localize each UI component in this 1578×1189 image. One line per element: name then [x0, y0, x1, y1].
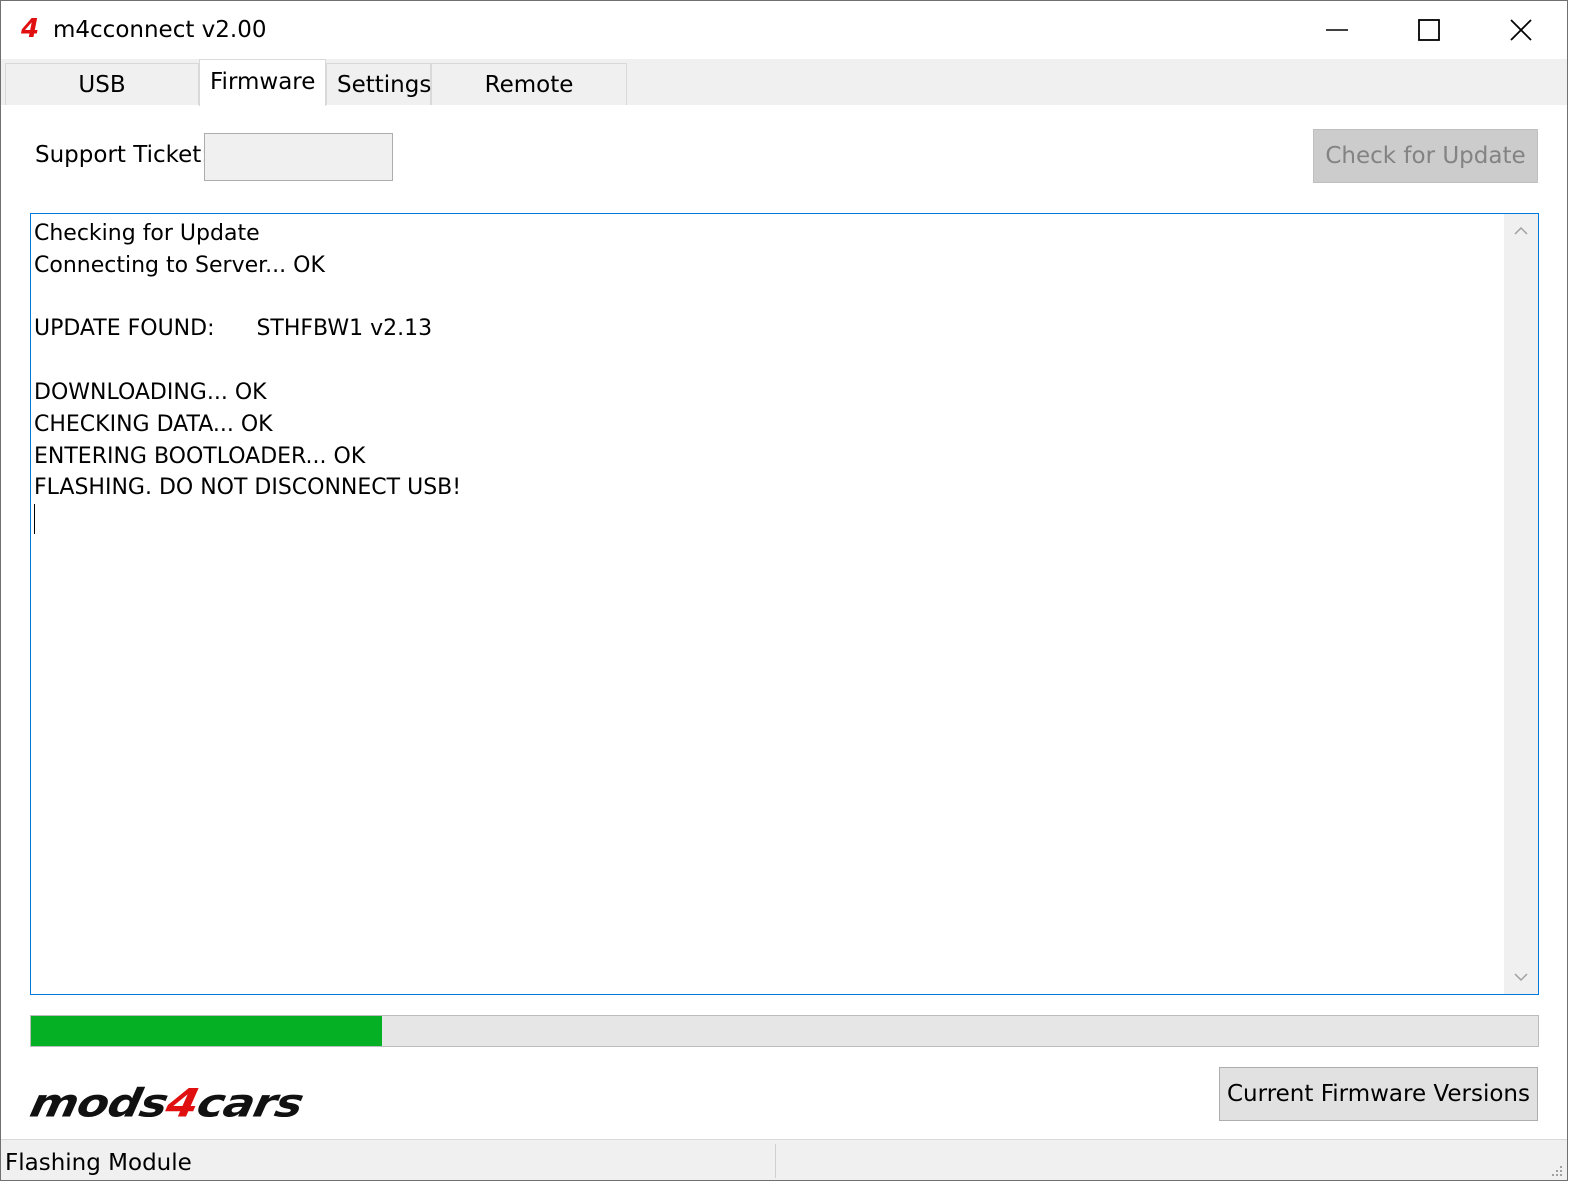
chevron-up-icon: [1514, 226, 1528, 235]
current-firmware-versions-button[interactable]: Current Firmware Versions: [1219, 1067, 1538, 1121]
tab-usb-connection[interactable]: USB Connection: [5, 63, 199, 140]
log-output[interactable]: Checking for Update Connecting to Server.…: [30, 213, 1539, 995]
chevron-down-icon: [1514, 973, 1528, 982]
logo-text-right: cars: [192, 1080, 308, 1126]
status-text: Flashing Module: [5, 1150, 192, 1176]
minimize-icon: [1326, 29, 1348, 31]
close-icon: [1510, 19, 1532, 41]
progress-fill: [31, 1016, 383, 1046]
minimize-button[interactable]: [1291, 1, 1383, 59]
status-bar: Flashing Module: [1, 1139, 1567, 1180]
scroll-down-button[interactable]: [1504, 960, 1538, 994]
title-bar[interactable]: 4 m4cconnect v2.00: [1, 1, 1567, 59]
log-lines: Checking for Update Connecting to Server.…: [34, 218, 461, 504]
support-ticket-input[interactable]: [204, 133, 393, 181]
log-line: Connecting to Server... OK: [34, 252, 325, 278]
log-line: UPDATE FOUND: STHFBW1 v2.13: [34, 316, 433, 342]
maximize-icon: [1418, 19, 1440, 41]
support-ticket-label: Support Ticket:: [35, 142, 210, 168]
tab-remote-support[interactable]: Remote Support: [431, 63, 627, 140]
maximize-button[interactable]: [1383, 1, 1475, 59]
log-line: CHECKING DATA... OK: [34, 411, 273, 437]
tab-settings[interactable]: Settings: [326, 63, 431, 105]
app-logo-icon: 4: [21, 14, 40, 44]
flash-progress-bar: [30, 1015, 1539, 1047]
close-button[interactable]: [1475, 1, 1567, 59]
log-scrollbar[interactable]: [1504, 214, 1538, 994]
text-caret: [34, 504, 35, 534]
status-divider: [775, 1144, 776, 1178]
window-title: m4cconnect v2.00: [53, 17, 267, 43]
log-line: FLASHING. DO NOT DISCONNECT USB!: [34, 475, 462, 501]
mods4cars-logo: mods4cars: [26, 1080, 435, 1126]
app-window: 4 m4cconnect v2.00 USB Connection Firmwa…: [0, 0, 1568, 1181]
log-line: Checking for Update: [34, 221, 260, 246]
tab-strip: USB Connection Firmware Settings Remote …: [1, 59, 1567, 140]
log-line: ENTERING BOOTLOADER... OK: [34, 443, 366, 469]
scroll-up-button[interactable]: [1504, 214, 1538, 248]
check-for-update-button[interactable]: Check for Update: [1313, 129, 1538, 183]
logo-text-left: mods: [26, 1080, 172, 1126]
firmware-panel: Support Ticket: Check for Update Checkin…: [1, 105, 1567, 1139]
tab-firmware[interactable]: Firmware: [199, 59, 326, 106]
log-line: DOWNLOADING... OK: [34, 379, 267, 405]
resize-grip-icon[interactable]: [1549, 1163, 1563, 1177]
